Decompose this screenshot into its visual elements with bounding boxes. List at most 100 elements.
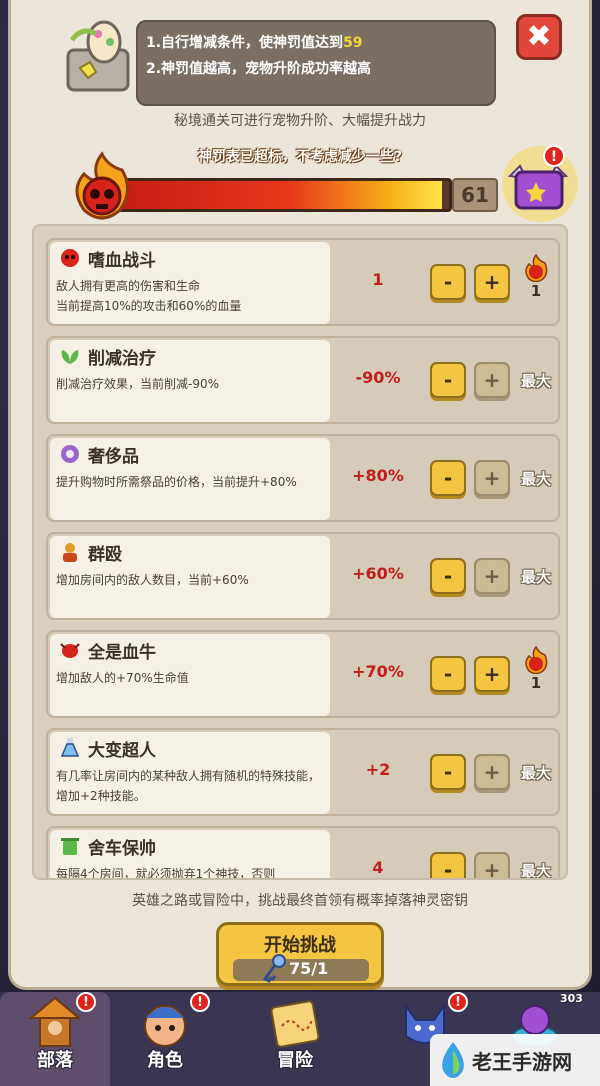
condition-title: 大变超人 [88,741,156,761]
svg-text:!: ! [551,149,557,165]
level-indicator: 1 [514,646,558,702]
reward-chest-icon[interactable]: ! [496,136,580,226]
trash-icon [61,838,79,855]
increase-button[interactable]: + [474,460,510,496]
start-label: 开始挑战 [264,935,336,956]
nav-item[interactable]: 冒险 [240,992,350,1086]
condition-desc: 增加敌人的+70%生命值 [56,671,189,685]
watermark-text: 老王手游网 [472,1050,572,1074]
penalty-bar-fill [107,181,443,209]
nav-label: 部落 [37,1050,73,1071]
watermark: 老王手游网 [430,1034,600,1086]
skull-flame-icon [75,151,129,220]
info-line-1: 1.自行增减条件，使神罚值达到59 [146,32,363,52]
leaf-icon [61,350,79,364]
penalty-bar [104,178,452,212]
decrease-button[interactable]: - [430,264,466,300]
max-label: 最大 [520,568,551,586]
condition-desc: 有几率让房间内的某种敌人拥有随机的特殊技能，增加+2种技能。 [56,769,321,803]
condition-row: 舍车保帅 每隔4个房间，就必须抛弃1个神技，否则 4 - + 最大 [46,826,560,880]
condition-desc: 敌人拥有更高的伤害和生命 当前提高10%的攻击和60%的血量 [56,279,242,313]
increase-button[interactable]: + [474,754,510,790]
key-count: 75/1 [289,959,329,978]
notification-badge: ! [190,992,210,1012]
condition-list[interactable]: 嗜血战斗 敌人拥有更高的伤害和生命 当前提高10%的攻击和60%的血量 1- +1 削减… [32,224,568,880]
condition-title: 奢侈品 [88,447,139,467]
decrease-button[interactable]: - [430,362,466,398]
increase-button[interactable]: + [474,264,510,300]
decrease-button[interactable]: - [430,754,466,790]
watermark-logo-icon [442,1042,464,1078]
crowd-icon [63,543,77,562]
nav-item[interactable]: 部落! [0,992,110,1086]
key-icon [262,954,286,983]
nav-label: 冒险 [277,1050,313,1071]
condition-value: 4 [372,858,384,877]
condition-row: 削减治疗 削减治疗效果，当前削减-90% -90% - + 最大 [46,336,560,424]
close-button[interactable]: ✖ [516,14,562,60]
condition-row: 群殴增加房间内的敌人数目，当前+60% +60% - + 最大 [46,532,560,620]
nav-label: 角色 [147,1050,183,1071]
increase-button[interactable]: + [474,852,510,878]
shop-count-badge: 303 [560,992,583,1005]
level-value: 1 [530,674,542,692]
penalty-value: 61 [452,178,498,212]
condition-value: +2 [365,760,391,779]
condition-desc: 提升购物时所需祭品的价格，当前提升+80% [56,475,297,489]
condition-info: 削减治疗 削减治疗效果，当前削减-90% [50,340,330,422]
condition-value: 1 [372,270,384,289]
decrease-button[interactable]: - [430,656,466,692]
max-indicator: 最大 [514,848,558,880]
max-label: 最大 [520,862,551,880]
max-label: 最大 [520,470,551,488]
condition-title: 嗜血战斗 [88,251,156,271]
max-indicator: 最大 [514,554,558,604]
condition-title: 群殴 [88,545,122,565]
condition-value: +80% [352,466,404,485]
close-icon: ✖ [526,19,552,54]
decrease-button[interactable]: - [430,558,466,594]
max-indicator: 最大 [514,750,558,800]
max-indicator: 最大 [514,456,558,506]
increase-button[interactable]: + [474,558,510,594]
increase-button[interactable]: + [474,656,510,692]
condition-value: +70% [352,662,404,681]
nav-item[interactable]: 角色! [110,992,220,1086]
condition-info: 全是血牛 增加敌人的+70%生命值 [50,634,330,716]
map-icon [270,1000,320,1048]
condition-value: -90% [355,368,401,387]
character-icon [144,1005,186,1047]
max-label: 最大 [520,764,551,782]
key-cost: 75/1 [233,954,369,983]
decrease-button[interactable]: - [430,460,466,496]
condition-row: 大变超人有几率让房间内的某种敌人拥有随机的特殊技能，增加+2种技能。 +2 - + 最大 [46,728,560,816]
subtitle: 秘境通关可进行宠物升阶、大幅提升战力 [174,113,426,129]
target-value: 59 [343,35,363,51]
condition-row: 奢侈品提升购物时所需祭品的价格，当前提升+80% +80% - + 最大 [46,434,560,522]
gem-icon [61,445,79,463]
condition-row: 嗜血战斗敌人拥有更高的伤害和生命 当前提高10%的攻击和60%的血量 1 - +1 [46,238,560,326]
condition-value: +60% [352,564,404,583]
bull-icon [60,643,80,658]
start-challenge-button[interactable]: 开始挑战 75/1 [216,922,384,986]
info-line-2: 2.神罚值越高，宠物升阶成功率越高 [146,61,372,77]
skull-flame-level-icon [525,254,548,282]
increase-button[interactable]: + [474,362,510,398]
condition-title: 舍车保帅 [88,839,156,859]
info-box: 1.自行增减条件，使神罚值达到59 2.神罚值越高，宠物升阶成功率越高 [136,20,496,106]
max-label: 最大 [520,372,551,390]
decrease-button[interactable]: - [430,852,466,878]
notification-badge: ! [448,992,468,1012]
notification-badge: ! [76,992,96,1012]
condition-info: 奢侈品提升购物时所需祭品的价格，当前提升+80% [50,438,330,520]
condition-row: 全是血牛 增加敌人的+70%生命值 +70% - +1 [46,630,560,718]
condition-info: 嗜血战斗敌人拥有更高的伤害和生命 当前提高10%的攻击和60%的血量 [50,242,330,324]
blood-skull-icon [61,249,79,267]
max-indicator: 最大 [514,358,558,408]
level-indicator: 1 [514,254,558,310]
condition-info: 舍车保帅 每隔4个房间，就必须抛弃1个神技，否则 [50,830,330,878]
skull-flame-level-icon [525,646,548,674]
footer-note: 英雄之路或冒险中，挑战最终首领有概率掉落神灵密钥 [132,893,468,909]
info-line-1-prefix: 1.自行增减条件，使神罚值达到 [146,35,344,51]
condition-desc: 增加房间内的敌人数目，当前+60% [56,573,249,587]
